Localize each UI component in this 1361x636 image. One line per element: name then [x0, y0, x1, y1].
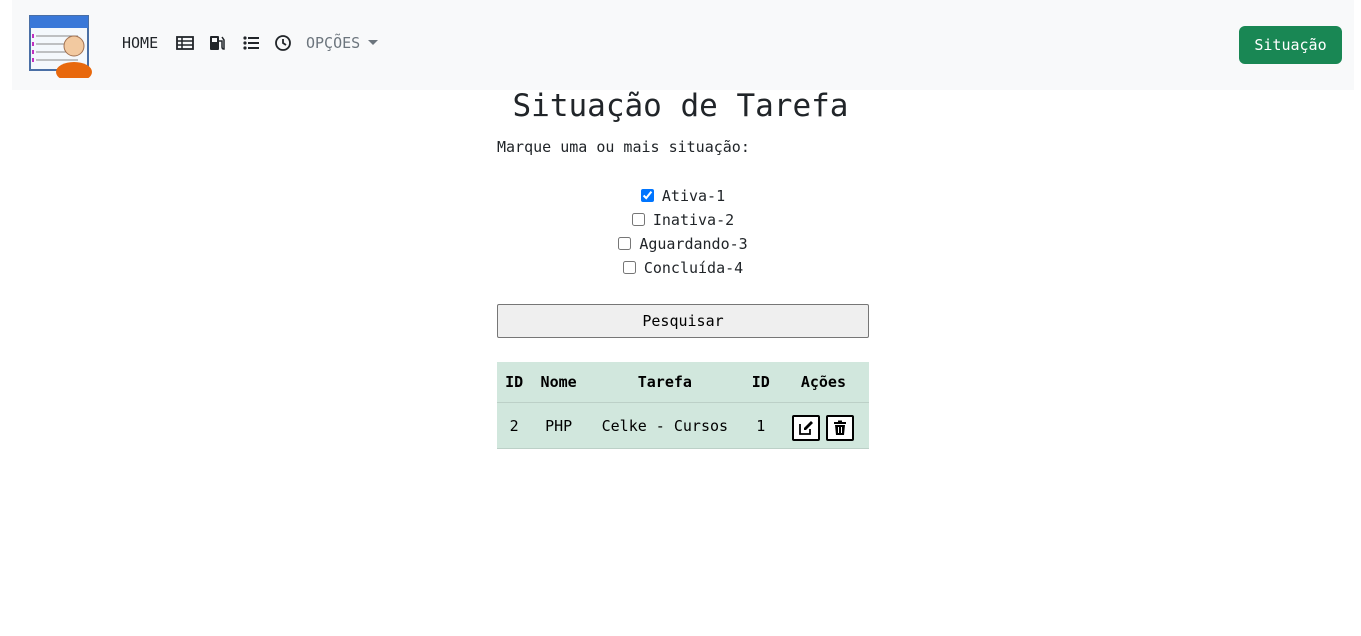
column-header-id: ID: [497, 362, 532, 403]
options-label: OPÇÕES: [306, 34, 361, 52]
checkbox-ativa[interactable]: [640, 189, 654, 202]
checkbox-label: Ativa-1: [661, 187, 726, 205]
cell-acoes: [777, 402, 869, 449]
page-title: Situação de Tarefa: [512, 88, 849, 124]
checkbox-label: Concluída-4: [643, 259, 744, 277]
situacao-button[interactable]: Situação: [1239, 26, 1342, 64]
search-button[interactable]: Pesquisar: [497, 304, 869, 338]
checkbox-row-aguardando: Aguardando-3: [497, 232, 869, 256]
navbar: HOME OPÇÕES Situação: [12, 0, 1354, 90]
checkbox-label: Aguardando-3: [639, 235, 748, 253]
edit-icon: [799, 420, 814, 435]
checkbox-label: Inativa-2: [652, 211, 735, 229]
chevron-down-icon: [368, 40, 379, 45]
column-header-acoes: Ações: [777, 362, 869, 403]
page-subtitle: Marque uma ou mais situação:: [497, 138, 750, 156]
checkbox-row-concluida: Concluída-4: [497, 256, 869, 280]
checkbox-aguardando[interactable]: [618, 237, 632, 250]
edit-button[interactable]: [792, 414, 821, 441]
cell-tarefa: Celke - Cursos: [586, 402, 744, 449]
app-logo[interactable]: [28, 14, 94, 82]
checkbox-row-inativa: Inativa-2: [497, 208, 869, 232]
cell-id-situacao: 1: [743, 402, 778, 449]
column-header-id-situacao: ID: [743, 362, 778, 403]
cell-id: 2: [497, 402, 532, 449]
checkbox-inativa[interactable]: [631, 213, 645, 226]
checkbox-row-ativa: Ativa-1: [497, 184, 869, 208]
delete-button[interactable]: [826, 414, 855, 441]
table-header-row: ID Nome Tarefa ID Ações: [497, 362, 869, 403]
checkbox-concluida[interactable]: [622, 261, 636, 274]
results-table: ID Nome Tarefa ID Ações 2 PHP Celke - Cu…: [497, 362, 869, 449]
table-row: 2 PHP Celke - Cursos 1: [497, 402, 869, 449]
clock-icon[interactable]: [274, 34, 292, 52]
gas-pump-icon[interactable]: [208, 34, 226, 52]
cell-nome: PHP: [531, 402, 587, 449]
trash-icon: [834, 420, 847, 435]
status-checkbox-group: Ativa-1 Inativa-2 Aguardando-3 Concluída…: [497, 184, 869, 280]
column-header-nome: Nome: [531, 362, 587, 403]
options-dropdown[interactable]: OPÇÕES: [306, 34, 379, 52]
table-icon[interactable]: [176, 34, 194, 52]
column-header-tarefa: Tarefa: [586, 362, 744, 403]
nav-home-link[interactable]: HOME: [122, 34, 158, 52]
list-icon[interactable]: [242, 34, 260, 52]
